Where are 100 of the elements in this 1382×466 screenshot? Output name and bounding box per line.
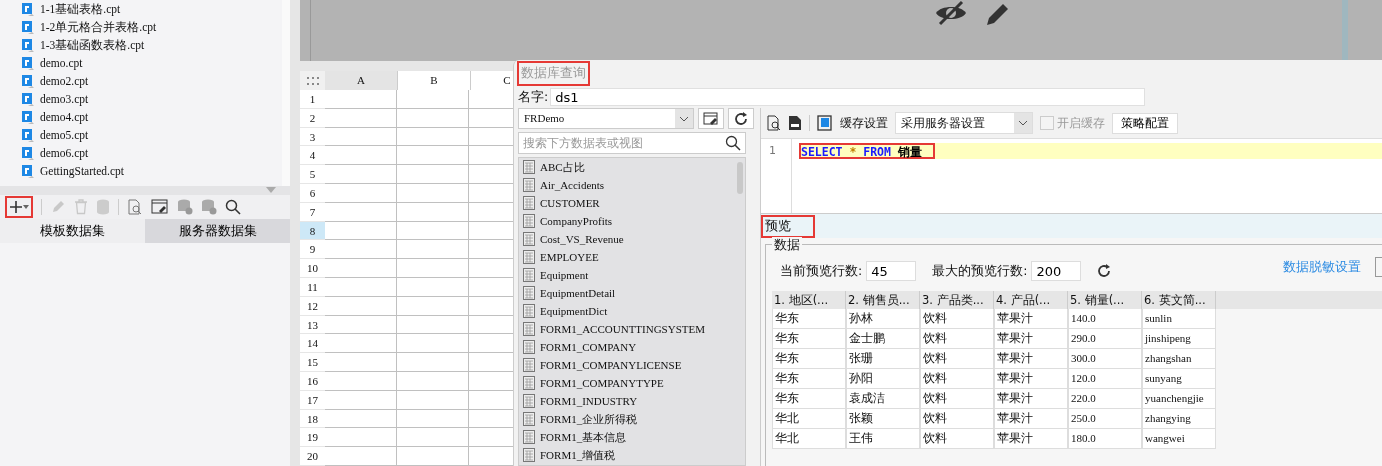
sql-editor[interactable]: 1 SELECT * FROM 销量 — [761, 138, 1382, 213]
table-name[interactable]: CompanyProfits — [540, 215, 613, 227]
grid-cell[interactable] — [397, 202, 469, 222]
grid-cell[interactable] — [397, 353, 469, 372]
toolbar-button[interactable] — [1375, 257, 1382, 277]
grid-cell[interactable] — [325, 202, 397, 222]
grid-cell[interactable] — [397, 428, 469, 448]
file-name[interactable]: demo5.cpt — [40, 129, 89, 141]
table-name[interactable]: FORM1_企业所得税 — [540, 411, 638, 427]
grid-cell[interactable] — [325, 184, 397, 203]
grid-cell[interactable] — [397, 184, 469, 203]
grid-cell[interactable] — [325, 146, 397, 166]
table-name[interactable]: FORM1_基本信息 — [540, 429, 627, 445]
grid-cell[interactable] — [397, 278, 469, 297]
grid-icon[interactable] — [306, 76, 319, 85]
table-search-field[interactable]: 搜索下方数据表或视图 — [518, 132, 746, 154]
grid-cell[interactable] — [325, 221, 397, 241]
grid-cell[interactable] — [325, 428, 397, 448]
grid-cell[interactable] — [325, 108, 397, 128]
chevron-down-icon[interactable] — [1018, 120, 1028, 126]
edit-table-icon[interactable] — [151, 199, 169, 215]
grid-cell[interactable] — [397, 127, 469, 147]
file-name[interactable]: demo2.cpt — [40, 75, 89, 87]
dataset-tab[interactable]: 服务器数据集 — [145, 219, 290, 243]
caret-icon[interactable] — [266, 187, 276, 193]
file-name[interactable]: 1-3基础函数表格.cpt — [40, 37, 145, 53]
table-name[interactable]: FORM1_COMPANY — [540, 341, 637, 353]
grid-cell[interactable] — [325, 296, 397, 316]
database-icon[interactable] — [96, 199, 110, 215]
max-rows-field[interactable]: 200 — [1031, 261, 1082, 281]
file-name[interactable]: GettingStarted.cpt — [40, 165, 124, 177]
strategy-button[interactable]: 策略配置 — [1112, 112, 1178, 134]
scrollbar[interactable] — [1342, 0, 1348, 62]
table-name[interactable]: EquipmentDict — [540, 305, 608, 317]
refresh-button[interactable] — [728, 108, 754, 129]
table-name[interactable]: FORM1_ACCOUNTTINGSYSTEM — [540, 323, 706, 335]
connection-dropdown[interactable]: FRDemo — [518, 108, 694, 129]
table-name[interactable]: FORM1_COMPANYLICENSE — [540, 359, 682, 371]
grid-cell[interactable] — [325, 334, 397, 354]
table-name[interactable]: Air_Accidents — [540, 179, 605, 191]
column-header[interactable]: A — [325, 71, 398, 91]
current-rows-field[interactable]: 45 — [866, 261, 917, 281]
grid-cell[interactable] — [325, 315, 397, 335]
grid-cell[interactable] — [397, 334, 469, 354]
table-name[interactable]: Equipment — [540, 269, 589, 281]
splitter-bar[interactable] — [290, 0, 300, 466]
grid-cell[interactable] — [325, 165, 397, 185]
grid-cell[interactable] — [325, 447, 397, 466]
edit-connection-button[interactable] — [698, 108, 724, 129]
grid-cell[interactable] — [397, 447, 469, 466]
grid-cell[interactable] — [325, 90, 397, 109]
preview-icon[interactable] — [767, 115, 781, 131]
chevron-down-icon[interactable] — [679, 115, 689, 122]
grid-cell[interactable] — [397, 146, 469, 166]
grid-cell[interactable] — [397, 240, 469, 260]
table-name[interactable]: EMPLOYEE — [540, 251, 599, 263]
file-name[interactable]: demo3.cpt — [40, 93, 89, 105]
grid-cell[interactable] — [397, 90, 469, 109]
trash-icon[interactable] — [74, 199, 88, 215]
add-dataset-button[interactable] — [5, 196, 33, 218]
table-name[interactable]: Cost_VS_Revenue — [540, 233, 624, 245]
table-name[interactable]: FORM1_COMPANYTYPE — [540, 377, 664, 389]
table-name[interactable]: CUSTOMER — [540, 197, 600, 209]
grid-cell[interactable] — [397, 409, 469, 429]
grid-cell[interactable] — [325, 127, 397, 147]
grid-cell[interactable] — [325, 240, 397, 260]
refresh-icon[interactable] — [1097, 264, 1112, 278]
table-name[interactable]: FORM1_增值税 — [540, 447, 616, 463]
table-name[interactable]: ABC占比 — [540, 159, 585, 175]
dataset-tab[interactable]: 模板数据集 — [0, 219, 145, 243]
search-icon[interactable] — [725, 135, 741, 151]
grid-cell[interactable] — [397, 372, 469, 391]
grid-cell[interactable] — [397, 259, 469, 279]
sql-file-icon[interactable] — [788, 115, 802, 131]
scrollbar-thumb[interactable] — [737, 162, 743, 194]
grid-cell[interactable] — [397, 390, 469, 410]
file-name[interactable]: 1-2单元格合并表格.cpt — [40, 19, 157, 35]
cache-mode-dropdown[interactable]: 采用服务器设置 — [895, 112, 1033, 134]
search-icon[interactable] — [225, 199, 241, 215]
table-name[interactable]: FORM1_INDUSTRY — [540, 395, 638, 407]
data-masking-link[interactable]: 数据脱敏设置 — [1283, 258, 1361, 276]
file-name[interactable]: demo4.cpt — [40, 111, 89, 123]
grid-cell[interactable] — [325, 372, 397, 391]
file-name[interactable]: demo6.cpt — [40, 147, 89, 159]
eye-slash-icon[interactable] — [934, 0, 968, 26]
grid-cell[interactable] — [397, 221, 469, 241]
table-name[interactable]: EquipmentDetail — [540, 287, 616, 299]
file-name[interactable]: 1-1基础表格.cpt — [40, 1, 121, 17]
grid-cell[interactable] — [397, 315, 469, 335]
grid-cell[interactable] — [325, 409, 397, 429]
grid-cell[interactable] — [397, 165, 469, 185]
file-name[interactable]: demo.cpt — [40, 57, 83, 69]
grid-cell[interactable] — [325, 353, 397, 372]
save-icon[interactable] — [817, 115, 833, 131]
grid-cell[interactable] — [325, 390, 397, 410]
grid-cell[interactable] — [325, 259, 397, 279]
name-field[interactable]: ds1 — [550, 88, 1146, 106]
grid-cell[interactable] — [397, 108, 469, 128]
grid-cell[interactable] — [325, 278, 397, 297]
grid-cell[interactable] — [397, 296, 469, 316]
